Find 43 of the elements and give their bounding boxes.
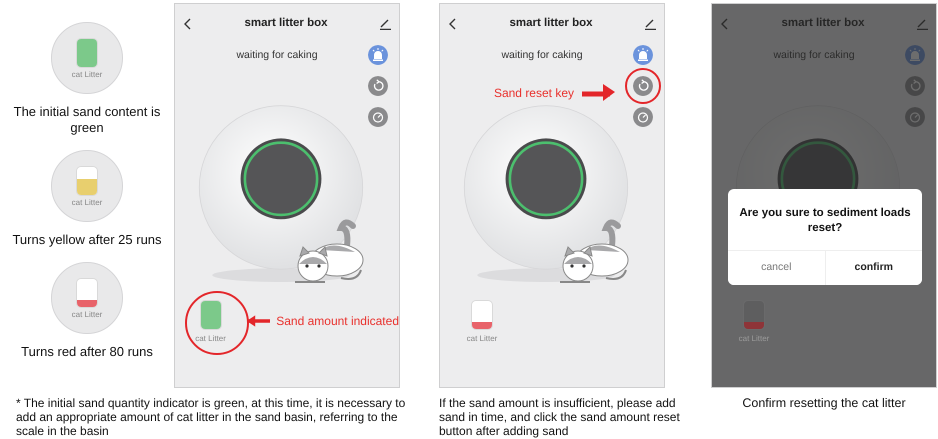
litter-gauge bbox=[200, 300, 222, 330]
gauge-label: cat Litter bbox=[72, 310, 102, 318]
gauge-label: cat Litter bbox=[72, 198, 102, 206]
timer-icon[interactable] bbox=[905, 107, 925, 127]
litter-gauge bbox=[743, 300, 765, 330]
caption: The initial sand content is green bbox=[12, 104, 162, 136]
gauge-label: cat Litter bbox=[466, 334, 498, 343]
reset-icon[interactable] bbox=[633, 76, 653, 96]
caption: If the sand amount is insufficient, please add sand in time, and click the sand amount reset button after adding sand bbox=[439, 395, 681, 438]
litter-gauge bbox=[76, 278, 98, 308]
litter-gauge bbox=[471, 300, 493, 330]
alarm-icon[interactable] bbox=[368, 45, 388, 65]
screen-title: smart litter box bbox=[509, 16, 593, 32]
pencil-icon[interactable] bbox=[644, 18, 656, 30]
alarm-icon[interactable] bbox=[905, 45, 925, 65]
caption: Turns yellow after 25 runs bbox=[11, 232, 163, 248]
back-icon[interactable] bbox=[183, 18, 193, 30]
callout-text: Sand reset key bbox=[494, 85, 574, 102]
confirm-button[interactable]: confirm bbox=[824, 251, 922, 285]
litter-gauge bbox=[76, 166, 98, 196]
timer-icon[interactable] bbox=[368, 107, 388, 127]
litter-gauge bbox=[76, 38, 98, 68]
status-text: waiting for caking bbox=[235, 48, 319, 63]
timer-icon[interactable] bbox=[633, 107, 653, 127]
caption: Turns red after 80 runs bbox=[20, 344, 154, 360]
screen-title: smart litter box bbox=[781, 16, 865, 32]
pencil-icon[interactable] bbox=[378, 18, 391, 30]
caption: * The initial sand quantity indicator is green, at this time, it is necessary to add an appropriate amount of cat litter in the sand basin, referring to the scale in the basin bbox=[15, 395, 406, 438]
highlight-circle bbox=[625, 68, 661, 104]
callout-text: Sand amount indicated bbox=[276, 313, 399, 330]
caption: Confirm resetting the cat litter bbox=[741, 395, 907, 412]
reset-icon[interactable] bbox=[368, 76, 388, 96]
reset-icon[interactable] bbox=[905, 76, 925, 96]
alarm-icon[interactable] bbox=[633, 45, 653, 65]
dialog-message: Are you sure to sediment loads reset? bbox=[738, 206, 912, 236]
back-icon[interactable] bbox=[448, 18, 458, 30]
status-text: waiting for caking bbox=[772, 48, 856, 63]
arrow-icon bbox=[582, 84, 616, 102]
highlight-circle bbox=[185, 290, 249, 355]
gauge-label: cat Litter bbox=[72, 70, 102, 78]
status-text: waiting for caking bbox=[500, 48, 584, 63]
screen-title: smart litter box bbox=[244, 16, 328, 32]
gauge-label: cat Litter bbox=[195, 334, 226, 343]
